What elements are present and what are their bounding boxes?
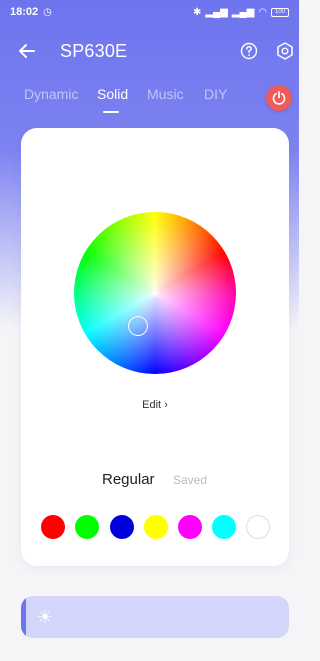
mode-tabs: Dynamic Solid Music DIY bbox=[0, 86, 299, 116]
tab-dynamic[interactable]: Dynamic bbox=[24, 86, 78, 102]
wifi-icon: ◠ bbox=[258, 6, 267, 18]
swatch-white[interactable] bbox=[246, 515, 270, 539]
swatch-blue[interactable] bbox=[110, 515, 134, 539]
battery-icon: 100 bbox=[271, 7, 289, 17]
signal-icon: ▂▄▆ bbox=[205, 6, 228, 18]
tab-solid[interactable]: Solid bbox=[97, 86, 128, 102]
swatch-red[interactable] bbox=[41, 515, 65, 539]
status-bar: 18:02 ◷ ✱ ▂▄▆ ▂▄▆ ◠ 100 bbox=[0, 0, 299, 24]
swatch-yellow[interactable] bbox=[144, 515, 168, 539]
whatsapp-icon: ◷ bbox=[43, 6, 52, 18]
tab-diy[interactable]: DIY bbox=[204, 86, 227, 102]
signal-icon-2: ▂▄▆ bbox=[231, 6, 255, 18]
power-icon bbox=[272, 90, 286, 105]
swatch-cyan[interactable] bbox=[212, 515, 236, 539]
battery-level: 100 bbox=[274, 9, 285, 15]
mode-regular[interactable]: Regular bbox=[102, 471, 155, 488]
mode-saved[interactable]: Saved bbox=[173, 473, 207, 487]
swatch-green[interactable] bbox=[75, 515, 99, 539]
settings-icon[interactable] bbox=[275, 41, 295, 61]
color-wheel[interactable] bbox=[74, 212, 236, 374]
active-tab-indicator bbox=[103, 111, 119, 113]
top-bar: SP630E bbox=[0, 34, 299, 68]
edit-link[interactable]: Edit › bbox=[21, 399, 289, 411]
color-wheel-knob[interactable] bbox=[128, 316, 148, 336]
swatch-magenta[interactable] bbox=[178, 515, 202, 539]
power-button[interactable] bbox=[266, 85, 292, 111]
brightness-fill bbox=[21, 596, 27, 638]
back-arrow-icon[interactable] bbox=[16, 40, 38, 62]
sun-icon: ☀ bbox=[36, 607, 54, 627]
solid-color-card: Edit › Regular Saved bbox=[21, 128, 289, 566]
brightness-slider[interactable]: ☀ bbox=[21, 596, 289, 638]
status-time: 18:02 bbox=[10, 6, 39, 18]
color-swatches bbox=[41, 515, 271, 539]
page-title: SP630E bbox=[60, 41, 128, 61]
help-icon[interactable] bbox=[240, 42, 258, 60]
tab-music[interactable]: Music bbox=[147, 86, 184, 102]
bluetooth-icon: ✱ bbox=[192, 6, 202, 18]
